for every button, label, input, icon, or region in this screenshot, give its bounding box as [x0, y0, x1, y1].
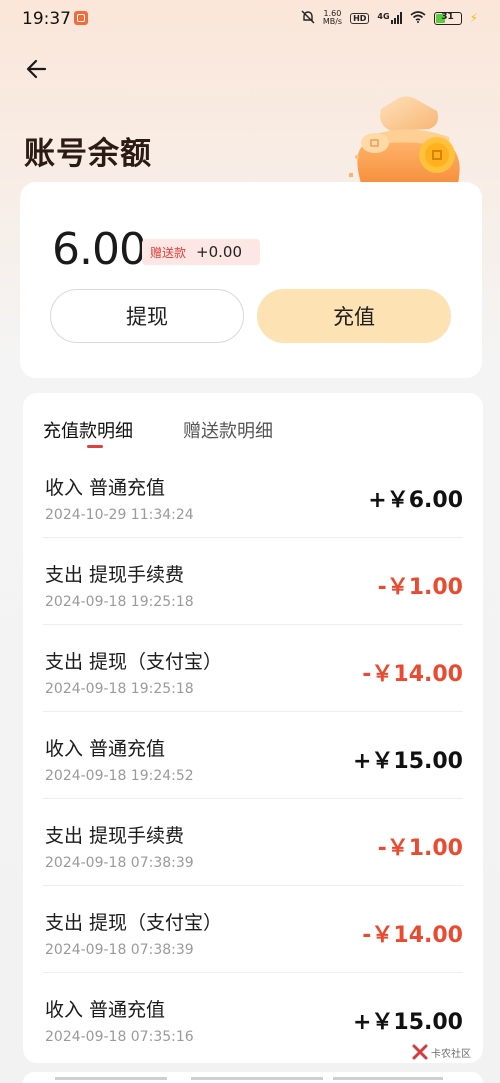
transaction-title: 收入 普通充值: [45, 477, 166, 499]
wifi-icon: [410, 10, 426, 26]
balance-card: 6.00 赠送款 +0.00 提现 充值: [20, 182, 482, 378]
app-notification-icon: [74, 11, 88, 25]
transaction-time: 2024-09-18 07:38:39: [45, 942, 194, 958]
transaction-time: 2024-09-18 07:38:39: [45, 855, 194, 871]
transaction-row[interactable]: 支出 提现手续费 2024-09-18 19:25:18 -￥1.00: [43, 538, 463, 625]
withdraw-button[interactable]: 提现: [50, 289, 244, 343]
transaction-amount: -￥14.00: [362, 923, 463, 948]
balance-amount: 6.00: [52, 224, 147, 275]
signal-icon: [390, 12, 402, 24]
network-type-label: 4G: [377, 12, 390, 21]
transaction-title: 支出 提现手续费: [45, 564, 185, 586]
status-time: 19:37: [22, 9, 71, 29]
bonus-value: +0.00: [196, 243, 242, 261]
watermark: 卡农社区: [412, 1040, 492, 1064]
transaction-row[interactable]: 收入 普通充值 2024-10-29 11:34:24 +￥6.00: [43, 451, 463, 538]
transaction-list: 收入 普通充值 2024-10-29 11:34:24 +￥6.00 支出 提现…: [23, 451, 483, 1059]
transaction-time: 2024-09-18 19:25:18: [45, 594, 194, 610]
hd-badge: HD: [350, 12, 370, 24]
details-card: 充值款明细 赠送款明细 收入 普通充值 2024-10-29 11:34:24 …: [23, 393, 483, 1063]
transaction-amount: -￥1.00: [377, 836, 463, 861]
network-type: 4G: [377, 12, 402, 24]
transaction-title: 收入 普通充值: [45, 999, 166, 1021]
charging-icon: ⚡: [469, 11, 478, 25]
battery-icon: 31: [433, 11, 462, 25]
bonus-label: 赠送款: [150, 245, 187, 260]
status-bar: 19:37 1.60 MB/s HD 4G 31 ⚡: [0, 0, 500, 36]
transaction-time: 2024-09-18 19:25:18: [45, 681, 194, 697]
transaction-time: 2024-09-18 07:35:16: [45, 1029, 194, 1045]
transaction-amount: -￥1.00: [377, 575, 463, 600]
net-speed: 1.60 MB/s: [323, 10, 342, 26]
transaction-amount: -￥14.00: [362, 662, 463, 687]
net-speed-unit: MB/s: [322, 17, 343, 26]
mute-bell-icon: [301, 10, 315, 27]
transaction-title: 收入 普通充值: [45, 738, 166, 760]
watermark-logo-icon: [412, 1044, 428, 1060]
back-button[interactable]: [24, 56, 50, 82]
transaction-amount: +￥6.00: [368, 488, 463, 513]
transaction-row[interactable]: 收入 普通充值 2024-09-18 07:35:16 +￥15.00: [43, 973, 463, 1059]
transaction-title: 支出 提现（支付宝）: [45, 651, 223, 673]
transaction-row[interactable]: 支出 提现（支付宝） 2024-09-18 07:38:39 -￥14.00: [43, 886, 463, 973]
transaction-row[interactable]: 支出 提现手续费 2024-09-18 07:38:39 -￥1.00: [43, 799, 463, 886]
tab-bonus-details[interactable]: 赠送款明细: [183, 417, 273, 443]
transaction-time: 2024-10-29 11:34:24: [45, 507, 194, 523]
transaction-row[interactable]: 支出 提现（支付宝） 2024-09-18 19:25:18 -￥14.00: [43, 625, 463, 712]
transaction-title: 支出 提现（支付宝）: [45, 912, 223, 934]
watermark-text: 卡农社区: [431, 1048, 471, 1060]
status-icons: 1.60 MB/s HD 4G 31 ⚡: [301, 9, 478, 27]
back-arrow-icon: [26, 59, 47, 79]
transaction-row[interactable]: 收入 普通充值 2024-09-18 19:24:52 +￥15.00: [43, 712, 463, 799]
active-tab-indicator: [87, 445, 103, 448]
recharge-button[interactable]: 充值: [257, 289, 451, 343]
bottom-bar: [23, 1072, 483, 1083]
transaction-amount: +￥15.00: [352, 1010, 463, 1035]
transaction-amount: +￥15.00: [352, 749, 463, 774]
tab-recharge-details[interactable]: 充值款明细: [43, 417, 133, 443]
transaction-time: 2024-09-18 19:24:52: [45, 768, 194, 784]
transaction-title: 支出 提现手续费: [45, 825, 185, 847]
bonus-tag: 赠送款 +0.00: [142, 239, 260, 265]
page-title: 账号余额: [24, 136, 152, 172]
battery-level: 31: [441, 11, 454, 22]
